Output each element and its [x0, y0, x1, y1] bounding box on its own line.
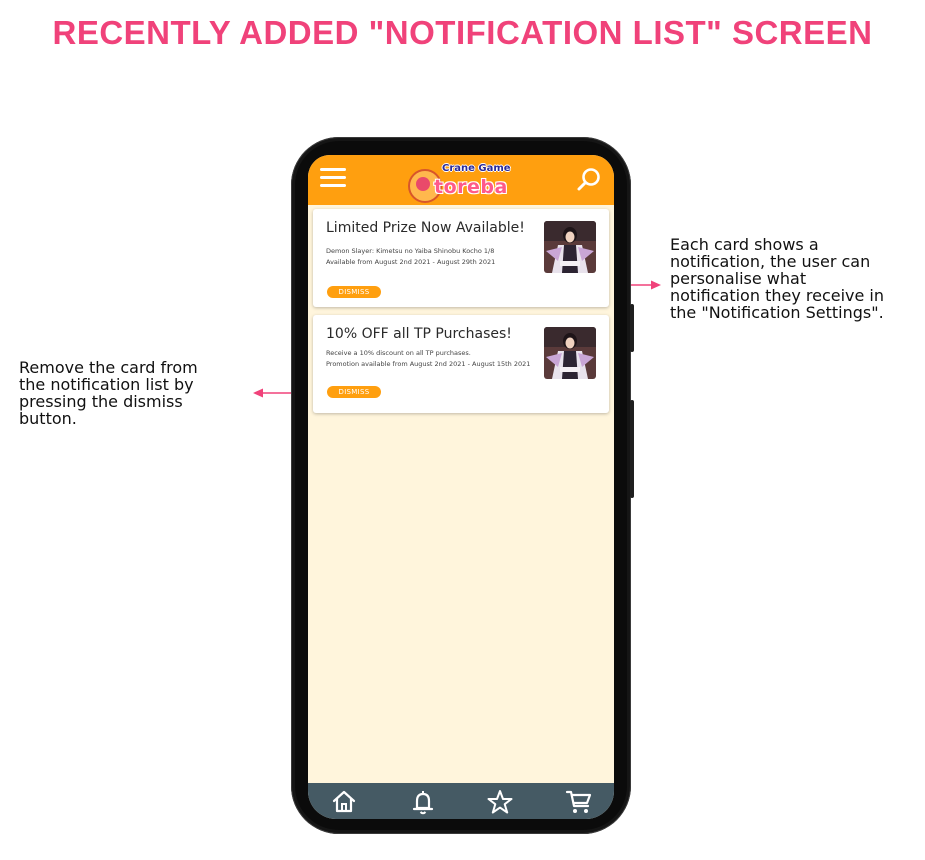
- figure-thumbnail[interactable]: [544, 327, 596, 379]
- hamburger-menu-icon[interactable]: [320, 168, 346, 188]
- logo-top-text: Crane Game: [442, 163, 511, 174]
- app-screen: Crane Game toreba Limited Prize Now Avai…: [308, 155, 614, 819]
- notification-detail: Receive a 10% discount on all TP purchas…: [326, 349, 471, 357]
- page-title: RECENTLY ADDED "NOTIFICATION LIST" SCREE…: [52, 14, 873, 51]
- dismiss-button[interactable]: DISMISS: [327, 286, 381, 298]
- notification-detail: Demon Slayer: Kimetsu no Yaiba Shinobu K…: [326, 247, 495, 255]
- home-icon[interactable]: [330, 788, 358, 816]
- notification-title: Limited Prize Now Available!: [326, 220, 525, 236]
- dismiss-button[interactable]: DISMISS: [327, 386, 381, 398]
- notification-list: Limited Prize Now Available! Demon Slaye…: [308, 205, 614, 783]
- annotation-card: Each card shows a notification, the user…: [670, 235, 885, 322]
- notification-title: 10% OFF all TP Purchases!: [326, 326, 512, 342]
- notification-card: 10% OFF all TP Purchases! Receive a 10% …: [313, 315, 609, 413]
- notification-detail: Promotion available from August 2nd 2021…: [326, 360, 531, 368]
- notification-card: Limited Prize Now Available! Demon Slaye…: [313, 209, 609, 307]
- phone-power-button: [630, 400, 634, 498]
- notification-detail: Available from August 2nd 2021 - August …: [326, 258, 496, 266]
- cart-icon[interactable]: [565, 788, 593, 816]
- app-header: Crane Game toreba: [308, 155, 614, 205]
- bottom-nav: [308, 783, 614, 819]
- phone-volume-button: [630, 304, 634, 352]
- app-logo: Crane Game toreba: [408, 159, 518, 203]
- figure-thumbnail[interactable]: [544, 221, 596, 273]
- star-icon[interactable]: [486, 788, 514, 816]
- logo-main-text: toreba: [434, 176, 508, 198]
- bell-icon[interactable]: [409, 788, 437, 816]
- annotation-dismiss: Remove the card from the notification li…: [19, 358, 198, 428]
- search-icon[interactable]: [576, 167, 602, 193]
